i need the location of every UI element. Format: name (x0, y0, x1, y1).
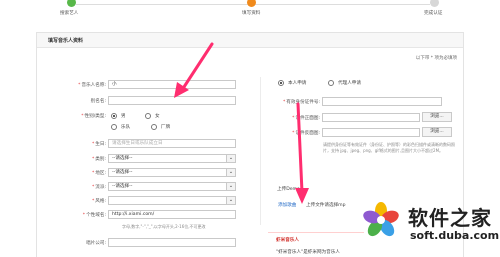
style-a-label: *流派: (91, 185, 106, 190)
id-back-file-input[interactable] (322, 128, 420, 137)
type-radio-male[interactable] (111, 113, 117, 119)
style-a-select-value: --请选择-- (112, 184, 133, 189)
domain-label: *个性域名: (82, 213, 106, 218)
birthday-label: *生日: (91, 142, 106, 147)
panel-header: 填写音乐人资料 (37, 33, 463, 48)
step-2-label: 填写资料 (242, 11, 261, 16)
watermark-title: 软件之家 (408, 206, 492, 230)
type-option-label: 厂牌 (161, 125, 171, 130)
style-b-select[interactable]: ⌄ (108, 196, 236, 205)
apply-agent-radio[interactable] (328, 80, 334, 86)
region-label: *地区: (91, 171, 106, 176)
alias-label: 别名名: (90, 99, 106, 104)
step-1-dot (67, 0, 76, 7)
type-option-band: 乐队 (121, 125, 131, 130)
type-label: *性别/类型: (81, 114, 106, 119)
upload-hint: 请提供身份证等有效证件（身份证、护照等）的彩色扫描件或清晰的数码照片，支持 jp… (323, 142, 455, 153)
domain-input[interactable]: http://i.xiami.com/ (108, 210, 236, 219)
annotation-arrow-right (295, 102, 309, 204)
style-a-select[interactable]: --请选择-- ⌄ (108, 182, 236, 191)
annotation-arrow-left (174, 42, 214, 98)
section-divider (268, 232, 364, 233)
apply-agent-label: 代理人申请 (338, 81, 361, 86)
required-note: 以下带 * 项为必填项 (415, 56, 457, 61)
genre-select[interactable]: --请选择-- ⌄ (108, 154, 236, 163)
chevron-down-icon: ⌄ (226, 183, 235, 190)
watermark-url: soft.duba.com (410, 229, 500, 242)
apply-self-radio[interactable] (278, 80, 284, 86)
domain-hint: 字母,数字,"-","_",以字母开头,2-16位,不可更改 (122, 224, 206, 229)
type-radio-label[interactable] (151, 124, 157, 130)
chevron-down-icon: ⌄ (226, 155, 235, 162)
type-radio-female[interactable] (145, 113, 151, 119)
xiami-musician-title: 虾米音乐人 (276, 238, 299, 243)
apply-self-label: 本人申请 (288, 81, 307, 86)
type-radio-band[interactable] (111, 124, 117, 130)
watermark-logo-icon (363, 202, 399, 237)
id-back-browse-button[interactable]: 浏览... (422, 127, 452, 137)
step-2-dot (247, 0, 256, 7)
id-front-browse-button[interactable]: 浏览... (422, 112, 452, 122)
birthday-input[interactable]: 请选择生日或乐队成立日 (108, 139, 236, 148)
id-front-file-input[interactable] (322, 113, 420, 122)
region-select-value: --请选择-- (112, 170, 133, 175)
genre-select-value: --请选择-- (112, 156, 133, 161)
company-label: 唱片公司: (86, 241, 106, 246)
region-select[interactable]: --请选择-- ⌄ (108, 168, 236, 177)
step-1-label: 搜索艺人 (60, 11, 79, 16)
panel-title: 填写音乐人资料 (48, 38, 84, 44)
chevron-down-icon: ⌄ (226, 169, 235, 176)
type-option-female: 女 (155, 114, 160, 119)
type-option-male: 男 (121, 114, 126, 119)
step-3-dot (430, 0, 439, 7)
company-input[interactable] (108, 238, 236, 247)
musician-name-label: *音乐人名称: (78, 83, 106, 88)
xiami-musician-text: "虾米音乐人"是虾米网为音乐人 (276, 250, 340, 255)
id-number-input[interactable] (322, 97, 442, 106)
chevron-down-icon: ⌄ (226, 197, 235, 204)
step-3-label: 完成认证 (424, 11, 443, 16)
style-b-label: *风格: (91, 199, 106, 204)
column-divider (260, 77, 261, 225)
genre-label: *类别: (91, 157, 106, 162)
